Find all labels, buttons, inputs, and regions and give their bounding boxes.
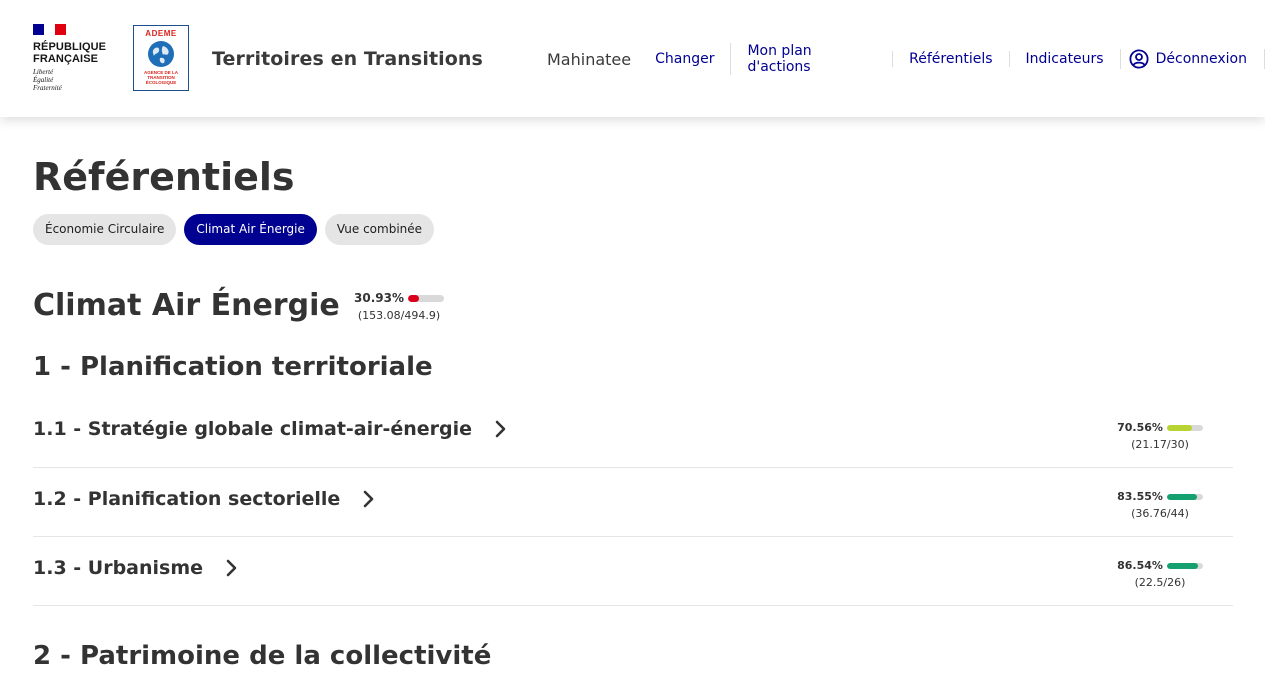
subsection-progress-fill <box>1166 424 1193 431</box>
nav-referentials-link[interactable]: Référentiels <box>892 51 1008 67</box>
french-flag-icon <box>33 24 66 35</box>
current-collectivity-name: Mahinatee <box>547 49 632 69</box>
subsection-score-percent: 86.54% <box>1117 559 1163 572</box>
rf-logo-motto: Liberté Égalité Fraternité <box>33 68 123 92</box>
rf-motto-fraternite: Fraternité <box>33 84 62 92</box>
rf-logo-title: RÉPUBLIQUE FRANÇAISE <box>33 41 123 65</box>
referential-progress-fill <box>407 294 420 302</box>
subsection-row[interactable]: 1.3 - Urbanisme 86.54% (22.5/26) <box>33 537 1233 606</box>
referential-score-percent: 30.93% <box>354 291 404 305</box>
chevron-right-icon[interactable] <box>494 420 508 438</box>
tab-vue-combinee[interactable]: Vue combinée <box>324 214 435 245</box>
subsection-score: 70.56% (21.17/30) <box>1115 421 1205 451</box>
nav-indicators-link[interactable]: Indicateurs <box>1008 51 1120 67</box>
change-collectivity-link[interactable]: Changer <box>655 51 730 67</box>
ademe-logo-subtitle: AGENCE DE LA TRANSITION ÉCOLOGIQUE <box>143 70 178 85</box>
subsection-title-text: 1.3 - Urbanisme <box>33 557 204 579</box>
subsection-title-text: 1.2 - Planification sectorielle <box>33 488 341 510</box>
rf-logo-line2: FRANÇAISE <box>33 53 99 65</box>
logout-label: Déconnexion <box>1155 51 1247 67</box>
chevron-right-icon[interactable] <box>225 559 239 577</box>
rf-logo-line1: RÉPUBLIQUE <box>33 41 107 53</box>
referential-progress-bar <box>407 294 444 302</box>
tab-economie-circulaire[interactable]: Économie Circulaire <box>33 214 177 245</box>
main-nav: Mahinatee Changer Mon plan d'actions Réf… <box>547 43 1265 75</box>
subsection-progress-fill <box>1166 562 1199 569</box>
subsection-progress-bar <box>1166 424 1203 431</box>
rf-motto-liberte: Liberté <box>33 68 54 76</box>
subsection-score-percent: 83.55% <box>1117 490 1163 503</box>
ademe-logo[interactable]: ADEME AGENCE DE LA TRANSITION ÉCOLOGIQUE <box>133 25 189 91</box>
subsection-progress-fill <box>1166 493 1197 500</box>
republique-francaise-logo[interactable]: RÉPUBLIQUE FRANÇAISE Liberté Égalité Fra… <box>33 24 123 94</box>
subsection-title-text: 1.1 - Stratégie globale climat-air-énerg… <box>33 418 473 440</box>
section-title-1: 1 - Planification territoriale <box>33 352 433 382</box>
referential-score-fraction: (153.08/494.9) <box>357 309 441 322</box>
page-title: Référentiels <box>33 155 295 199</box>
subsection-score: 83.55% (36.76/44) <box>1115 490 1205 520</box>
referential-tabs: Économie Circulaire Climat Air Énergie V… <box>33 214 435 245</box>
chevron-right-icon[interactable] <box>362 490 376 508</box>
subsection-score-fraction: (22.5/26) <box>1134 576 1186 589</box>
section-title-2: 2 - Patrimoine de la collectivité <box>33 641 492 671</box>
subsection-title-1-2[interactable]: 1.2 - Planification sectorielle <box>33 488 376 510</box>
user-circle-icon <box>1129 49 1149 69</box>
subsection-row[interactable]: 1.1 - Stratégie globale climat-air-énerg… <box>33 399 1233 468</box>
subsection-score-fraction: (21.17/30) <box>1131 438 1189 451</box>
subsection-progress-bar <box>1166 493 1203 500</box>
subsection-title-1-3[interactable]: 1.3 - Urbanisme <box>33 557 239 579</box>
referential-title: Climat Air Énergie <box>33 288 340 323</box>
site-header: RÉPUBLIQUE FRANÇAISE Liberté Égalité Fra… <box>0 0 1265 117</box>
nav-action-plan-link[interactable]: Mon plan d'actions <box>730 43 892 75</box>
subsection-progress-bar <box>1166 562 1203 569</box>
referential-score: 30.93% (153.08/494.9) <box>354 291 444 322</box>
tab-climat-air-energie[interactable]: Climat Air Énergie <box>184 214 317 245</box>
rf-motto-egalite: Égalité <box>33 76 54 84</box>
subsection-score: 86.54% (22.5/26) <box>1115 559 1205 589</box>
subsection-row[interactable]: 1.2 - Planification sectorielle 83.55% (… <box>33 468 1233 537</box>
subsection-score-percent: 70.56% <box>1117 421 1163 434</box>
globe-icon <box>148 41 174 67</box>
site-title[interactable]: Territoires en Transitions <box>212 48 483 70</box>
ademe-logo-name: ADEME <box>145 29 177 38</box>
logout-button[interactable]: Déconnexion <box>1119 49 1265 69</box>
subsection-score-fraction: (36.76/44) <box>1131 507 1189 520</box>
subsection-title-1-1[interactable]: 1.1 - Stratégie globale climat-air-énerg… <box>33 418 508 440</box>
